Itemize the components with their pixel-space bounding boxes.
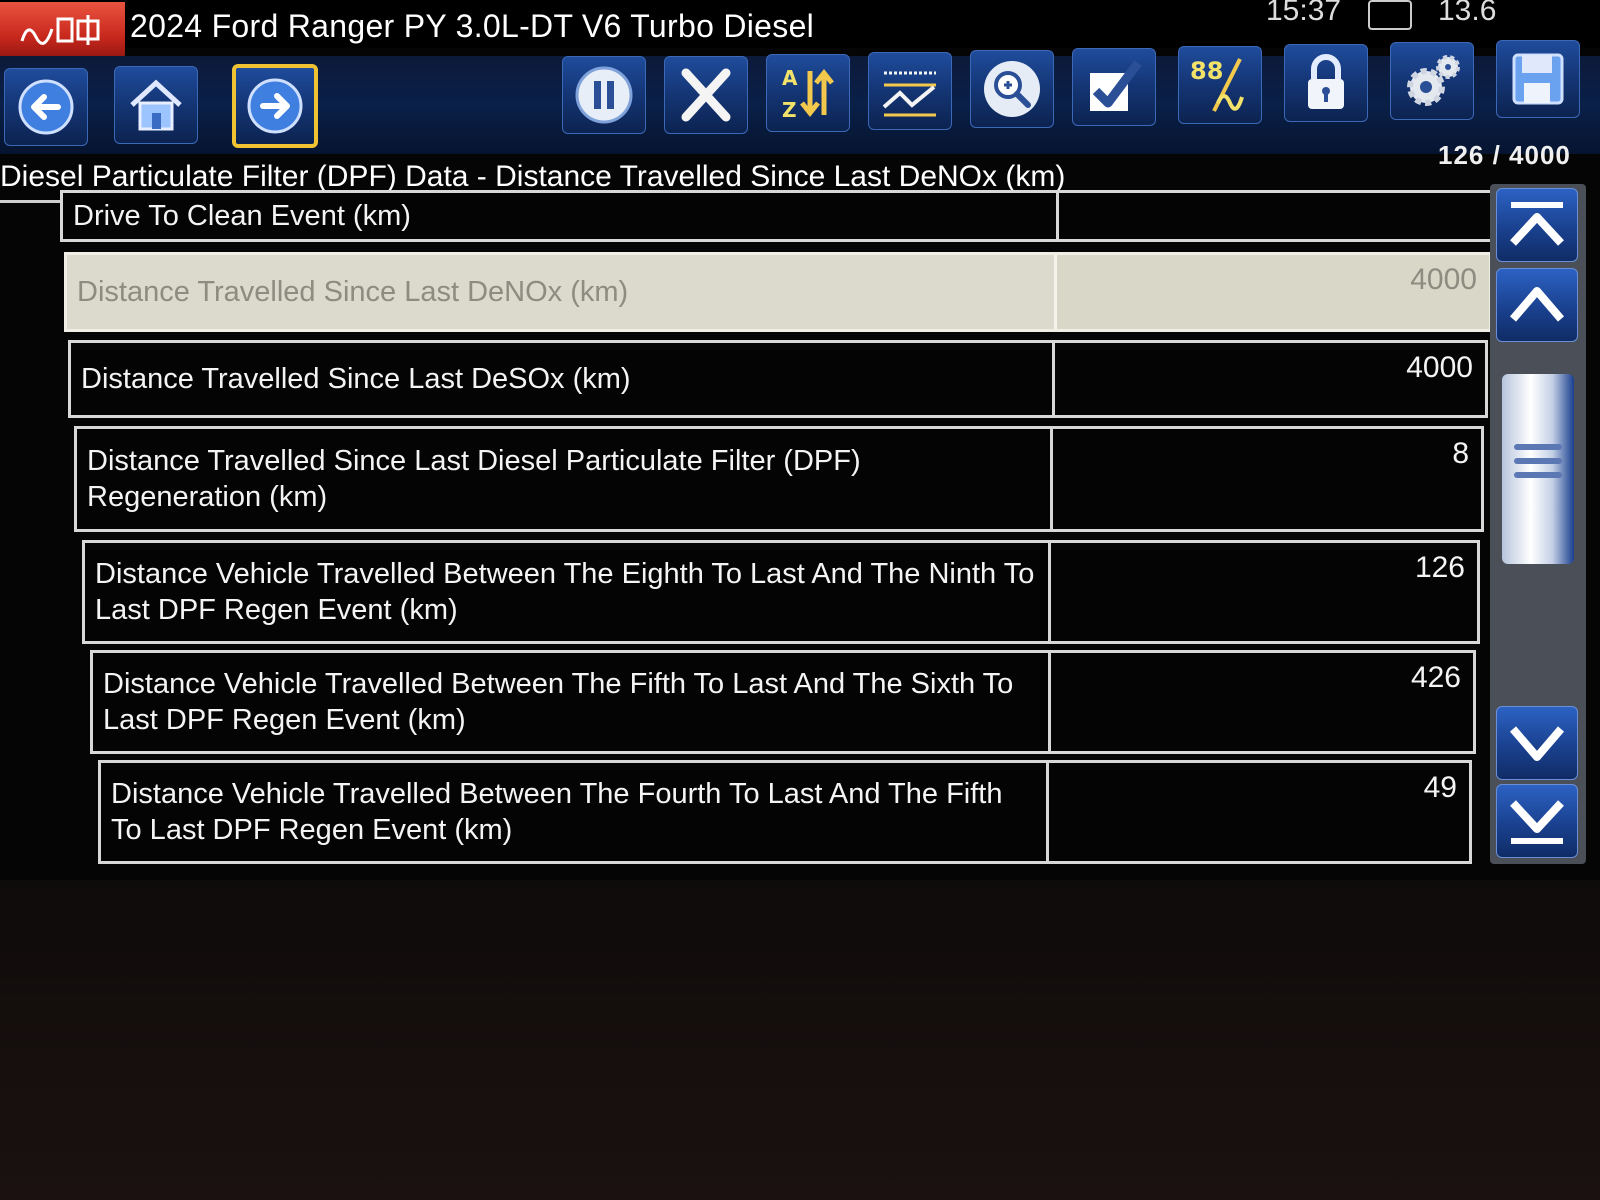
scrollbar[interactable] <box>1490 184 1586 864</box>
toolbar: A Z 88 <box>0 40 1600 154</box>
table-row-value: 49 <box>1423 771 1457 804</box>
svg-text:A: A <box>782 66 798 90</box>
table-row-value: 4000 <box>1410 263 1477 296</box>
scroll-bottom-button[interactable] <box>1496 784 1578 858</box>
units-button[interactable]: 88 <box>1178 46 1262 124</box>
table-row-label: Distance Travelled Since Last Diesel Par… <box>77 429 1053 529</box>
table-row[interactable]: Distance Travelled Since Last Diesel Par… <box>74 426 1484 532</box>
table-row[interactable]: Drive To Clean Event (km) <box>60 190 1494 242</box>
record-counter: 126 / 4000 <box>1438 140 1571 170</box>
device-bezel <box>0 880 1600 1200</box>
table-row-value: 8 <box>1452 437 1469 470</box>
scroll-down-button[interactable] <box>1496 706 1578 780</box>
graph-button[interactable] <box>868 52 952 130</box>
table-row[interactable]: Distance Vehicle Travelled Between The F… <box>98 760 1472 864</box>
table-row-label: Distance Vehicle Travelled Between The F… <box>93 653 1051 751</box>
vehicle-title: 2024 Ford Ranger PY 3.0L-DT V6 Turbo Die… <box>130 8 815 44</box>
settings-button[interactable] <box>1390 42 1474 120</box>
page-title: Diesel Particulate Filter (DPF) Data - D… <box>0 160 1066 193</box>
table-row-value: 4000 <box>1406 351 1473 384</box>
gear-icon <box>1407 55 1460 106</box>
scanner-screen: 2024 Ford Ranger PY 3.0L-DT V6 Turbo Die… <box>0 0 1600 880</box>
scroll-top-button[interactable] <box>1496 188 1578 262</box>
table-row-label: Drive To Clean Event (km) <box>63 193 1059 239</box>
lock-button[interactable] <box>1284 44 1368 122</box>
table-row-label: Distance Travelled Since Last DeSOx (km) <box>71 343 1055 415</box>
table-row-label: Distance Vehicle Travelled Between The E… <box>85 543 1051 641</box>
scroll-thumb[interactable] <box>1502 374 1574 564</box>
sort-button[interactable]: A Z <box>766 54 850 132</box>
table-row-value <box>1059 193 1491 239</box>
sort-az-icon: A Z <box>782 66 834 122</box>
table-row[interactable]: Distance Vehicle Travelled Between The F… <box>90 650 1476 754</box>
pause-icon <box>575 66 633 124</box>
double-chevron-up-icon <box>1510 202 1564 246</box>
scroll-thumb-grip <box>1514 458 1562 464</box>
chevron-down-icon <box>1509 726 1565 761</box>
pause-button[interactable] <box>562 56 646 134</box>
units-88-icon: 88 <box>1190 57 1244 112</box>
forward-button[interactable] <box>232 64 318 148</box>
save-button[interactable] <box>1496 40 1580 118</box>
graph-icon <box>882 71 936 117</box>
lock-icon <box>1308 54 1344 109</box>
zoom-button[interactable] <box>970 50 1054 128</box>
table-row-value: 126 <box>1414 551 1465 584</box>
table-row-label: Distance Travelled Since Last DeNOx (km) <box>67 255 1057 329</box>
select-button[interactable] <box>1072 48 1156 126</box>
clear-button[interactable] <box>664 56 748 134</box>
double-chevron-down-icon <box>1510 800 1564 844</box>
app-logo-icon[interactable] <box>0 2 125 60</box>
vehicle-connection-icon <box>1368 0 1412 30</box>
voltage-readout: 13.6 <box>1438 0 1497 27</box>
title-bar: 2024 Ford Ranger PY 3.0L-DT V6 Turbo Die… <box>0 0 1600 60</box>
back-arrow-icon <box>18 79 74 135</box>
status-icons <box>1368 0 1412 30</box>
back-button[interactable] <box>4 68 88 146</box>
chevron-up-icon <box>1509 287 1565 322</box>
scroll-up-button[interactable] <box>1496 268 1578 342</box>
svg-text:88: 88 <box>1190 57 1223 85</box>
table-row-selected[interactable]: Distance Travelled Since Last DeNOx (km)… <box>64 252 1492 332</box>
scroll-thumb-grip <box>1514 444 1562 450</box>
home-button[interactable] <box>114 66 198 144</box>
table-row-value: 426 <box>1410 661 1461 694</box>
clock: 15:37 <box>1266 0 1342 27</box>
table-row[interactable]: Distance Vehicle Travelled Between The E… <box>82 540 1480 644</box>
checkmark-icon <box>1090 60 1142 111</box>
save-icon <box>1512 53 1564 105</box>
forward-arrow-icon <box>247 78 303 134</box>
home-icon <box>130 79 182 131</box>
svg-text:Z: Z <box>782 98 797 122</box>
table-row[interactable]: Distance Travelled Since Last DeSOx (km)… <box>68 340 1488 418</box>
close-x-icon <box>681 68 731 122</box>
zoom-icon <box>984 61 1040 117</box>
table-row-label: Distance Vehicle Travelled Between The F… <box>101 763 1049 861</box>
scroll-thumb-grip <box>1514 472 1562 478</box>
